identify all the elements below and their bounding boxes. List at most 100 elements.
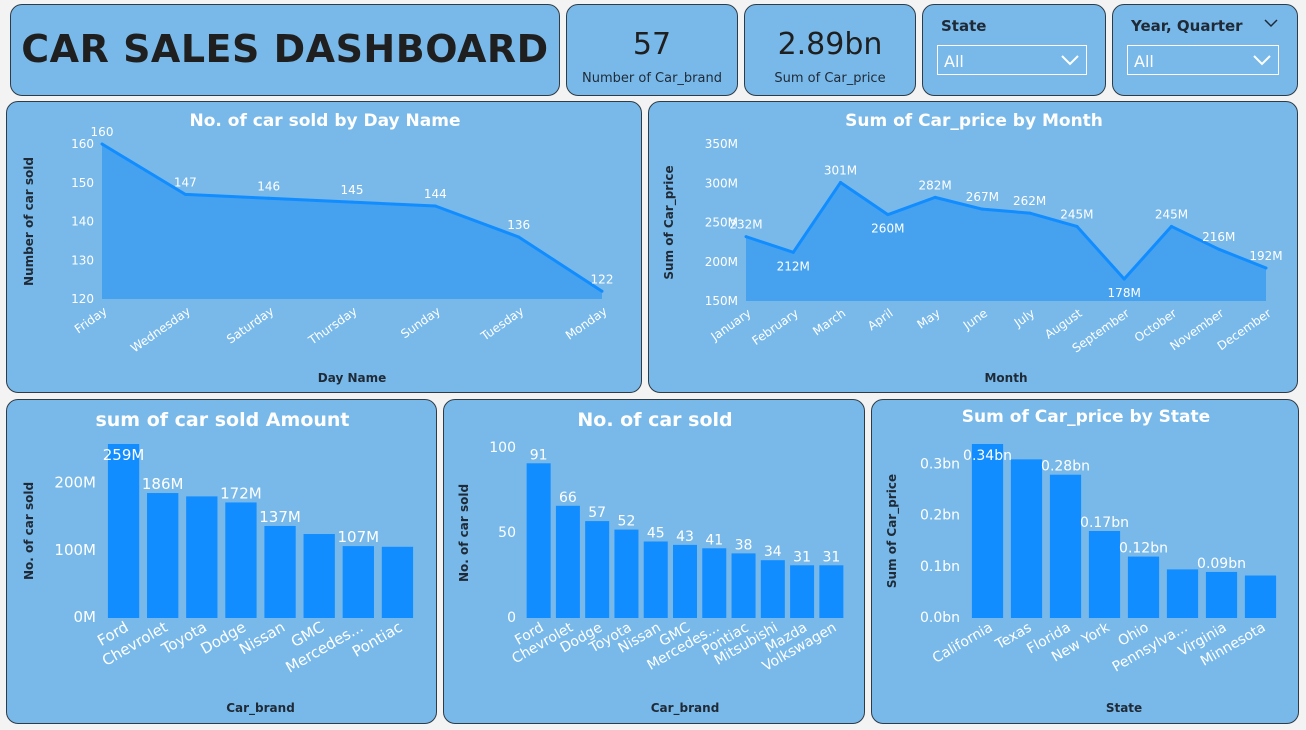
chevron-down-icon xyxy=(1061,55,1079,66)
bar xyxy=(1010,459,1043,618)
kpi-value: 2.89bn xyxy=(777,27,883,62)
chevron-down-icon[interactable] xyxy=(1263,17,1279,29)
bar-chart-svg: sum of car sold Amount Car_brand No. of ca… xyxy=(22,409,414,716)
area-chart-svg: Sum of Car_price by Month Month Sum of Car… xyxy=(662,111,1283,385)
data-label: 38 xyxy=(735,537,753,553)
bar-chart-svg: Sum of Car_price by State State Sum of Car… xyxy=(885,407,1277,715)
data-point xyxy=(100,142,104,146)
data-label: 31 xyxy=(793,549,811,565)
data-point xyxy=(980,207,984,211)
chart-cars-sold-by-brand[interactable]: No. of car sold Car_brand No. of car sold 0… xyxy=(443,399,865,724)
data-label: 186M xyxy=(142,475,184,493)
data-point xyxy=(600,289,604,293)
data-label: 216M xyxy=(1202,230,1235,244)
x-tick-label: Friday xyxy=(72,304,110,336)
slicer-label: State xyxy=(941,17,987,35)
data-label: 262M xyxy=(1013,194,1046,208)
data-point xyxy=(183,192,187,196)
x-axis-label: State xyxy=(1106,701,1142,715)
bar-chart-svg: No. of car sold Car_brand No. of car sold 0… xyxy=(457,409,844,716)
chart-sold-amount-by-brand[interactable]: sum of car sold Amount Car_brand No. of ca… xyxy=(6,399,437,724)
year-quarter-dropdown[interactable]: All xyxy=(1127,45,1279,75)
chart-price-by-month[interactable]: Sum of Car_price by Month Month Sum of Car… xyxy=(648,101,1298,393)
data-label: 66 xyxy=(559,490,577,506)
data-label: 0.28bn xyxy=(1041,459,1090,475)
kpi-label: Sum of Car_price xyxy=(774,71,886,86)
y-tick-label: 200M xyxy=(54,474,96,492)
data-point xyxy=(791,250,795,254)
dropdown-value: All xyxy=(944,52,964,71)
chart-price-by-state[interactable]: Sum of Car_price by State State Sum of Car… xyxy=(871,399,1299,724)
data-label: 144 xyxy=(424,187,447,201)
bar xyxy=(526,463,551,618)
x-tick-label: Toyota xyxy=(158,618,210,659)
kpi-card-price-sum[interactable]: 2.89bn Sum of Car_price xyxy=(744,4,916,96)
y-axis-label: Sum of Car_price xyxy=(885,474,900,588)
x-axis-label: Car_brand xyxy=(651,701,720,716)
data-point xyxy=(839,180,843,184)
x-tick-label: February xyxy=(749,306,801,348)
data-label: 91 xyxy=(530,447,548,463)
bar xyxy=(643,541,668,618)
bar xyxy=(702,548,727,618)
data-point xyxy=(933,195,937,199)
bar xyxy=(225,502,257,618)
y-tick-label: 0 xyxy=(507,610,516,626)
data-label: 0.09bn xyxy=(1197,556,1246,572)
chart-title: Sum of Car_price by Month xyxy=(845,111,1103,131)
data-label: 192M xyxy=(1249,249,1282,263)
x-tick-label: Wednesday xyxy=(128,304,193,355)
area-chart-svg: No. of car sold by Day Name Day Name Numbe… xyxy=(22,111,614,385)
bar xyxy=(819,565,844,618)
x-tick-label: California xyxy=(930,620,996,667)
bar xyxy=(971,444,1004,618)
bar xyxy=(264,525,296,618)
data-point xyxy=(267,196,271,200)
data-label: 267M xyxy=(966,190,999,204)
y-tick-label: 100 xyxy=(489,440,516,456)
kpi-card-brand-count[interactable]: 57 Number of Car_brand xyxy=(566,4,738,96)
data-point xyxy=(433,204,437,208)
data-label: 301M xyxy=(824,163,857,177)
bar xyxy=(342,546,374,618)
dropdown-value: All xyxy=(1134,52,1154,71)
dashboard-title: CAR SALES DASHBOARD xyxy=(21,27,549,71)
data-label: 43 xyxy=(676,529,694,545)
data-label: 122 xyxy=(591,272,614,286)
kpi-label: Number of Car_brand xyxy=(582,71,722,86)
data-point xyxy=(350,200,354,204)
data-label: 212M xyxy=(777,259,810,273)
x-tick-label: Saturday xyxy=(224,304,276,346)
y-tick-label: 140 xyxy=(71,215,94,229)
chart-car-sold-by-day[interactable]: No. of car sold by Day Name Day Name Numbe… xyxy=(6,101,642,393)
bar xyxy=(1205,571,1238,618)
x-axis-label: Day Name xyxy=(318,371,386,385)
bar xyxy=(1166,569,1199,618)
y-tick-label: 150M xyxy=(705,294,738,308)
bar xyxy=(672,544,698,618)
y-tick-label: 350M xyxy=(705,137,738,151)
data-label: 0.34bn xyxy=(963,448,1012,464)
y-axis-label: Number of car sold xyxy=(22,157,36,286)
data-label: 232M xyxy=(729,218,762,232)
y-tick-label: 0.3bn xyxy=(920,456,960,472)
y-tick-label: 0M xyxy=(74,608,97,626)
x-tick-label: Nissan xyxy=(236,618,288,658)
data-label: 41 xyxy=(705,532,723,548)
bar xyxy=(107,444,140,618)
data-point xyxy=(1217,247,1221,251)
chart-title: No. of car sold xyxy=(577,409,732,431)
data-label: 52 xyxy=(618,514,636,530)
bar xyxy=(731,553,756,618)
x-tick-label: April xyxy=(865,306,896,333)
x-axis-label: Car_brand xyxy=(226,701,295,716)
data-label: 245M xyxy=(1155,207,1188,221)
data-label: 260M xyxy=(871,222,904,236)
data-label: 0.12bn xyxy=(1119,541,1168,557)
state-dropdown[interactable]: All xyxy=(937,45,1087,75)
data-label: 259M xyxy=(103,446,145,464)
y-axis-label: No. of car sold xyxy=(457,484,471,582)
chart-title: sum of car sold Amount xyxy=(95,409,349,431)
data-label: 178M xyxy=(1108,286,1141,300)
data-point xyxy=(1028,211,1032,215)
